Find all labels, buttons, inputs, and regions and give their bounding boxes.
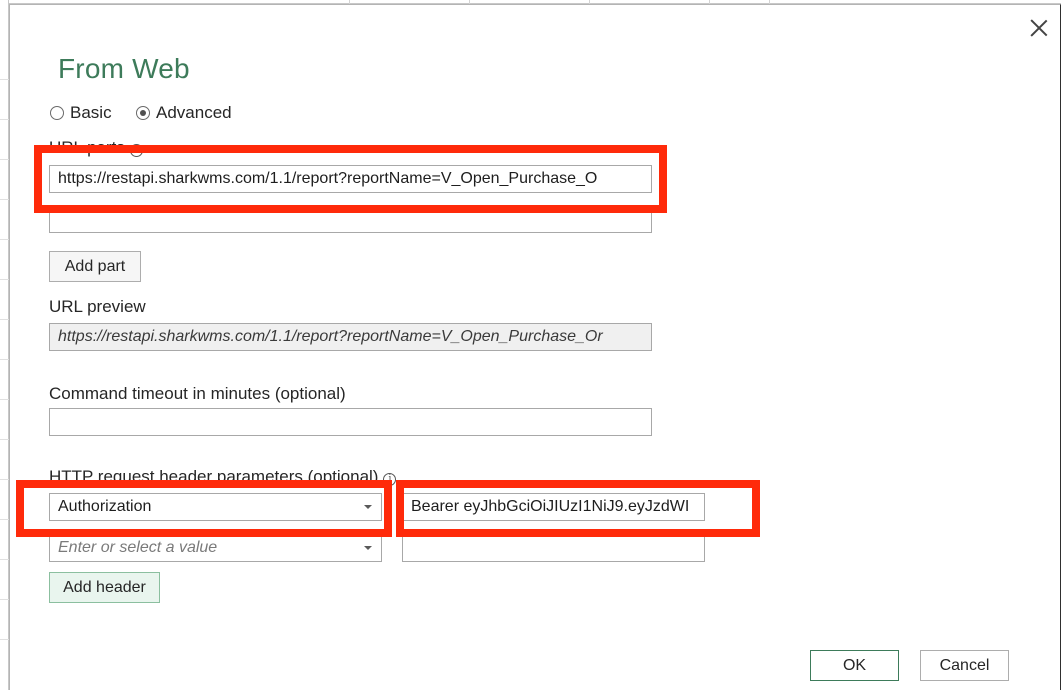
sheet-row	[0, 80, 9, 120]
info-icon[interactable]: i	[129, 144, 143, 157]
timeout-input[interactable]	[49, 408, 652, 436]
url-parts-label: URL parts i	[49, 138, 143, 158]
sheet-row	[0, 240, 9, 280]
header-name-select-1[interactable]: Authorization	[49, 493, 382, 521]
from-web-dialog: From Web Basic Advanced URL parts i https…	[9, 4, 1061, 690]
sheet-row	[0, 480, 9, 520]
url-preview-label: URL preview	[49, 297, 146, 316]
add-part-button[interactable]: Add part	[49, 251, 141, 282]
header-name-placeholder: Enter or select a value	[58, 539, 218, 556]
header-value-input-1[interactable]: Bearer eyJhbGciOiJIUzI1NiJ9.eyJzdWI	[402, 493, 705, 521]
radio-basic-circle[interactable]	[50, 106, 64, 120]
chevron-down-icon[interactable]	[364, 505, 372, 509]
sheet-row	[0, 40, 9, 80]
sheet-row	[0, 600, 9, 640]
url-part-input-1[interactable]: https://restapi.sharkwms.com/1.1/report?…	[49, 165, 652, 193]
radio-basic-label: Basic	[70, 103, 112, 122]
url-preview-field: https://restapi.sharkwms.com/1.1/report?…	[49, 323, 652, 351]
radio-advanced[interactable]: Advanced	[136, 103, 232, 123]
cancel-button[interactable]: Cancel	[920, 650, 1009, 681]
sheet-row	[0, 520, 9, 560]
radio-advanced-circle[interactable]	[136, 106, 150, 120]
chevron-down-icon[interactable]	[364, 546, 372, 550]
ok-button[interactable]: OK	[810, 650, 899, 681]
add-header-button[interactable]: Add header	[49, 572, 160, 603]
sheet-row	[0, 200, 9, 240]
header-value-input-2[interactable]	[402, 534, 705, 562]
close-icon[interactable]	[1028, 17, 1050, 39]
info-icon[interactable]: i	[383, 473, 397, 486]
spreadsheet-background-left	[0, 0, 9, 690]
radio-basic[interactable]: Basic	[50, 103, 112, 123]
radio-advanced-label: Advanced	[156, 103, 232, 122]
header-name-select-2[interactable]: Enter or select a value	[49, 534, 382, 562]
header-name-value: Authorization	[58, 498, 152, 515]
dialog-title: From Web	[58, 53, 190, 84]
sheet-row	[0, 360, 9, 400]
url-parts-label-text: URL parts	[49, 138, 125, 157]
url-part-input-2[interactable]	[49, 205, 652, 233]
sheet-row	[0, 440, 9, 480]
sheet-row	[0, 320, 9, 360]
headers-label: HTTP request header parameters (optional…	[49, 467, 397, 487]
sheet-row	[0, 560, 9, 600]
timeout-label: Command timeout in minutes (optional)	[49, 384, 346, 403]
headers-label-text: HTTP request header parameters (optional…	[49, 467, 379, 486]
sheet-row	[0, 120, 9, 160]
sheet-row	[0, 400, 9, 440]
sheet-row	[0, 280, 9, 320]
sheet-row	[0, 160, 9, 200]
